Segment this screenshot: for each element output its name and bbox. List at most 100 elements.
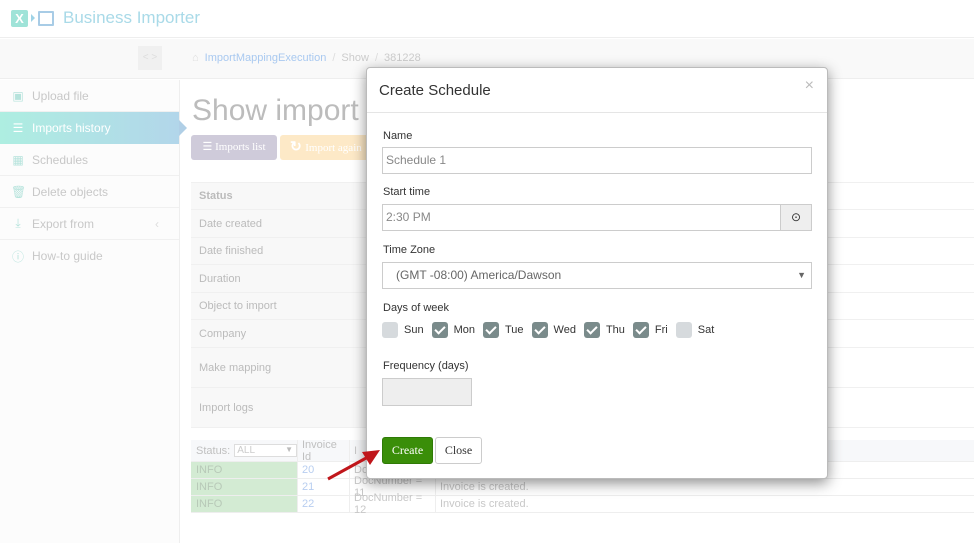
home-icon[interactable]: ⌂ (192, 52, 199, 64)
sidebar-toggle-button[interactable]: < > (138, 46, 162, 70)
day-checkbox-wed[interactable]: Wed (531, 322, 576, 338)
status-filter-select[interactable]: ALL ▼ (234, 444, 297, 457)
sidebar-item-label: Export from (32, 216, 95, 231)
sidebar-item-imports-history[interactable]: ☰ Imports history (0, 112, 187, 144)
checkbox-checked[interactable] (531, 322, 548, 338)
start-time-label: Start time (383, 186, 431, 198)
name-input[interactable]: Schedule 1 (382, 147, 812, 174)
day-label: Tue (504, 324, 524, 336)
breadcrumb: ⌂ ImportMappingExecution / Show / 381228 (192, 52, 421, 64)
sidebar-item-label: How-to guide (32, 249, 103, 263)
day-label: Fri (654, 324, 668, 336)
sidebar-item-upload-file[interactable]: ▣ Upload file (0, 80, 179, 112)
frequency-input[interactable] (382, 378, 472, 406)
checkbox[interactable] (382, 322, 398, 338)
import-again-label: Import again (305, 142, 362, 154)
download-icon: ⤓ (15, 216, 21, 230)
arrow-logo-icon (31, 14, 35, 22)
day-label: Sat (697, 324, 715, 336)
breadcrumb-separator: / (374, 52, 378, 64)
breadcrumb-item-id: 381228 (384, 52, 421, 64)
sidebar-item-delete-objects[interactable]: 🗑 Delete objects (0, 176, 179, 208)
sidebar-item-schedules[interactable]: ▦ Schedules (0, 144, 179, 176)
message-cell: Invoice is created. (440, 481, 529, 493)
dropdown-arrow-icon: ▼ (285, 445, 293, 454)
status-filter-label: Status: (196, 444, 231, 457)
time-zone-label: Time Zone (383, 244, 436, 256)
breadcrumb-separator: / (332, 52, 336, 64)
page-title: Show import r (192, 94, 378, 127)
checkbox[interactable] (675, 322, 692, 338)
excel-logo-icon: X (11, 9, 28, 27)
table-row: INFO 22 DocNumber = 12 Invoice is create… (191, 492, 974, 516)
list-icon: ☰ (12, 121, 24, 135)
day-checkbox-fri[interactable]: Fri (632, 322, 668, 338)
doc-cell: DocNumber = 12 (350, 492, 436, 516)
day-checkbox-mon[interactable]: Mon (431, 322, 475, 338)
box-logo-icon (38, 10, 54, 26)
status-column-header: Status: ALL ▼ (191, 440, 298, 461)
details-label: Object to import (191, 293, 371, 319)
details-label: Duration (191, 265, 371, 292)
excel-file-icon: ▣ (12, 88, 24, 103)
details-label: Date created (191, 210, 371, 237)
dropdown-arrow-icon: ▼ (797, 270, 806, 280)
status-cell: INFO (191, 496, 298, 512)
sidebar: ▣ Upload file ☰ Imports history ▦ Schedu… (0, 80, 187, 543)
breadcrumb-link-importmappingexecution[interactable]: ImportMappingExecution (205, 52, 327, 64)
refresh-icon: ↻ (290, 140, 306, 155)
trash-icon: 🗑 (11, 184, 27, 199)
create-button[interactable]: Create (382, 437, 433, 464)
day-checkbox-sat[interactable]: Sat (675, 322, 715, 338)
close-button[interactable]: Close (435, 437, 482, 464)
create-schedule-modal: Create Schedule × Name Schedule 1 Start … (366, 67, 828, 479)
chevron-left-icon: ‹ (155, 216, 159, 231)
annotation-arrow-icon (327, 450, 380, 481)
calendar-icon: ▦ (12, 152, 24, 167)
import-again-button[interactable]: ↻ Import again (280, 135, 370, 160)
sidebar-item-label: Delete objects (32, 184, 109, 199)
sidebar-item-label: Upload file (32, 88, 89, 103)
details-label: Import logs (191, 388, 371, 427)
imports-list-label: Imports list (215, 141, 266, 153)
day-checkbox-thu[interactable]: Thu (583, 322, 625, 338)
info-icon: ⓘ (11, 249, 24, 264)
day-label: Mon (453, 324, 475, 336)
checkbox-checked[interactable] (632, 322, 649, 338)
page: X Business Importer < > ⌂ ImportMappingE… (0, 0, 974, 543)
sidebar-item-label: Schedules (32, 152, 89, 167)
checkbox-checked[interactable] (583, 322, 600, 338)
days-of-week-label: Days of week (383, 302, 450, 314)
time-zone-select[interactable]: (GMT -08:00) America/Dawson ▼ (382, 262, 812, 289)
frequency-label: Frequency (days) (383, 360, 469, 372)
modal-header: Create Schedule × (367, 68, 827, 113)
message-cell: Invoice is created. (440, 498, 529, 510)
time-zone-value: (GMT -08:00) America/Dawson (396, 268, 562, 282)
breadcrumb-item-show: Show (341, 52, 369, 64)
checkbox-checked[interactable] (431, 322, 448, 338)
days-of-week-group: Sun Mon Tue Wed Thu Fri Sat (382, 322, 722, 338)
clock-icon[interactable]: ⊙ (780, 204, 812, 231)
sidebar-item-export-from[interactable]: ⤓ Export from ‹ (0, 208, 179, 240)
start-time-input[interactable]: 2:30 PM (382, 204, 781, 231)
app-logo[interactable]: X Business Importer (11, 8, 200, 28)
details-label: Company (191, 320, 371, 347)
details-label: Date finished (191, 238, 371, 264)
sidebar-item-label: Imports history (32, 121, 111, 135)
checkbox-checked[interactable] (482, 322, 499, 338)
imports-list-button[interactable]: ☰ Imports list (191, 135, 277, 160)
top-bar: X Business Importer (0, 0, 974, 38)
app-title: Business Importer (63, 8, 200, 27)
day-checkbox-tue[interactable]: Tue (482, 322, 524, 338)
details-label: Make mapping (191, 348, 371, 387)
invoice-id-link[interactable]: 22 (298, 496, 350, 512)
day-label: Wed (553, 324, 576, 336)
list-icon: ☰ (202, 141, 216, 153)
sidebar-item-how-to-guide[interactable]: ⓘ How-to guide (0, 240, 179, 272)
day-label: Sun (404, 324, 424, 336)
status-filter-value: ALL (237, 445, 256, 456)
close-icon[interactable]: × (805, 77, 814, 95)
day-label: Thu (605, 324, 625, 336)
day-checkbox-sun[interactable]: Sun (382, 322, 424, 338)
table-row: INFO 21 DocNumber = 11 Invoice is create… (191, 475, 974, 499)
